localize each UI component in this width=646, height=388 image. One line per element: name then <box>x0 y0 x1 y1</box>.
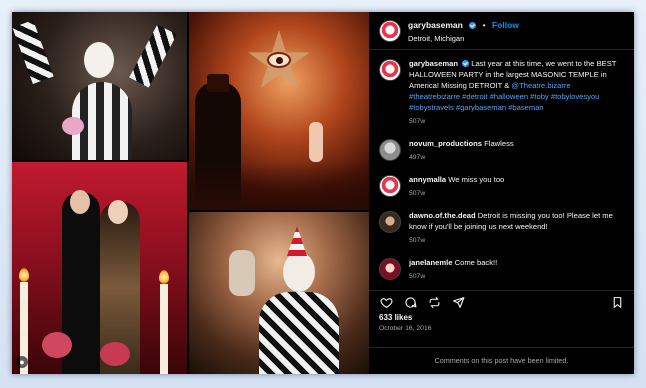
photo-couple-tile <box>12 162 187 374</box>
caption-username[interactable]: garybaseman <box>409 59 458 68</box>
caption-item: garybaseman Last year at this time, we w… <box>379 58 624 127</box>
comment-timestamp[interactable]: 507w <box>409 235 624 246</box>
separator-dot: • <box>482 20 486 30</box>
comment-item: novum_productions Flawless 497w <box>379 138 624 163</box>
caption-avatar[interactable] <box>379 59 401 81</box>
author-username[interactable]: garybaseman <box>408 20 463 30</box>
photo-clown-tile <box>12 12 187 160</box>
verified-badge-icon <box>469 21 477 29</box>
repost-icon[interactable] <box>427 296 441 310</box>
caption-mention-link[interactable]: @Theatre.bizarre <box>511 81 570 90</box>
caption-timestamp[interactable]: 507w <box>409 116 624 127</box>
action-bar <box>369 290 634 310</box>
comment-text: Flawless <box>484 139 514 148</box>
commenter-username[interactable]: dawno.of.the.dead <box>409 211 476 220</box>
post-header: garybaseman • Follow Detroit, Michigan <box>369 12 634 50</box>
comment-item: janelanemle Come back!! 507w <box>379 257 624 282</box>
commenter-avatar[interactable] <box>379 175 401 197</box>
heart-icon[interactable] <box>379 296 393 310</box>
likes-count[interactable]: 633 likes <box>379 313 412 322</box>
comment-item: dawno.of.the.dead Detroit is missing you… <box>379 210 624 246</box>
commenter-username[interactable]: annymalla <box>409 175 446 184</box>
photo-stage-tile <box>189 12 369 210</box>
comment-item: annymalla We miss you too 507w <box>379 174 624 199</box>
post-photo[interactable]: ● <box>12 12 369 374</box>
comment-text: We miss you too <box>448 175 505 184</box>
verified-badge-icon <box>462 60 470 67</box>
follow-button[interactable]: Follow <box>492 20 519 30</box>
author-avatar[interactable] <box>379 19 401 42</box>
commenter-avatar[interactable] <box>379 139 401 161</box>
post-date[interactable]: October 16, 2016 <box>379 325 432 332</box>
comment-timestamp[interactable]: 507w <box>409 188 504 199</box>
post-sidebar: garybaseman • Follow Detroit, Michigan g… <box>369 12 634 374</box>
send-icon[interactable] <box>451 296 465 310</box>
commenter-avatar[interactable] <box>379 258 401 280</box>
comment-icon[interactable] <box>403 296 417 310</box>
comment-timestamp[interactable]: 507w <box>409 271 497 282</box>
comment-text: Come back!! <box>454 258 498 267</box>
comments-list: garybaseman Last year at this time, we w… <box>369 50 634 282</box>
commenter-username[interactable]: novum_productions <box>409 139 482 148</box>
bookmark-icon[interactable] <box>610 296 624 310</box>
commenter-avatar[interactable] <box>379 211 401 233</box>
post-window: ● garybaseman • Follow Detroit, Michigan <box>12 12 634 374</box>
page-frame: ● garybaseman • Follow Detroit, Michigan <box>0 0 646 388</box>
tagged-people-icon[interactable]: ● <box>16 356 28 368</box>
comment-timestamp[interactable]: 497w <box>409 152 514 163</box>
post-location[interactable]: Detroit, Michigan <box>408 32 519 45</box>
caption-hashtags[interactable]: #theatrebizarre #detroit #halloween #tob… <box>409 92 599 112</box>
commenter-username[interactable]: janelanemle <box>409 258 452 267</box>
photo-mime-tile <box>189 212 369 374</box>
comments-limited-notice: Comments on this post have been limited. <box>369 347 634 374</box>
